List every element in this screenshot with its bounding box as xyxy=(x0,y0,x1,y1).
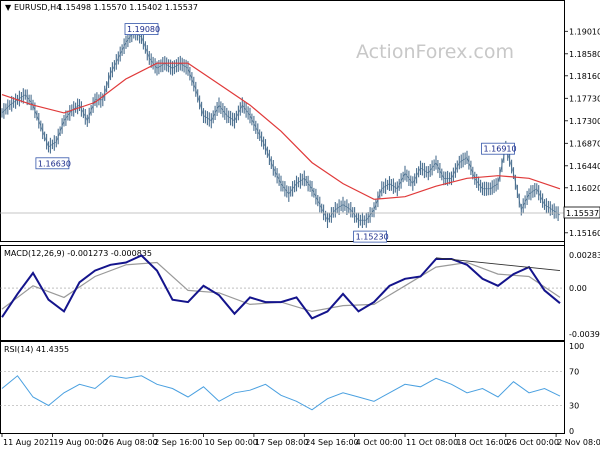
price-y-tick: 1.17730 xyxy=(569,94,600,103)
price-y-tick: 1.18160 xyxy=(569,72,600,81)
macd-y-tick: 0.00 xyxy=(569,284,587,293)
rsi-y-tick: 30 xyxy=(569,402,579,411)
current-price-tag: 1.15537 xyxy=(563,206,600,219)
price-y-tick: 1.16440 xyxy=(569,162,600,171)
price-y-tick: 1.16020 xyxy=(569,184,600,193)
x-tick-label: 26 Oct 00:00 xyxy=(507,438,559,447)
x-tick-label: 19 Aug 00:00 xyxy=(53,438,107,447)
x-tick-label: 17 Sep 08:00 xyxy=(255,438,308,447)
x-tick-label: 2 Sep 16:00 xyxy=(154,438,202,447)
watermark: ActionForex.com xyxy=(356,41,514,63)
rsi-y-tick: 70 xyxy=(569,368,579,377)
macd-signal-line xyxy=(1,261,561,313)
macd-y-tick: 0.00283 xyxy=(569,251,600,260)
annotation-label: 1.15230 xyxy=(356,233,389,242)
annotation-label: 1.19080 xyxy=(127,25,160,34)
annotation-label: 1.16630 xyxy=(38,159,71,168)
macd-line xyxy=(1,254,561,320)
price-annotation: 1.19080 xyxy=(124,23,160,36)
macd-y-tick: -0.003939 xyxy=(569,330,600,339)
rsi-series-layer xyxy=(0,371,564,411)
current-price-label: 1.15537 xyxy=(566,209,599,218)
x-tick-label: 18 Oct 16:00 xyxy=(456,438,508,447)
symbol-label: EURUSD,H4 xyxy=(14,3,61,12)
x-tick-label: 10 Sep 00:00 xyxy=(205,438,258,447)
price-y-tick: 1.19010 xyxy=(569,27,600,36)
macd-series-layer xyxy=(0,254,564,320)
price-annotation: 1.15230 xyxy=(353,230,389,243)
price-y-tick: 1.18580 xyxy=(569,50,600,59)
x-tick-label: 26 Aug 08:00 xyxy=(104,438,158,447)
price-annotation: 1.16910 xyxy=(481,142,517,155)
rsi-y-tick: 100 xyxy=(569,342,584,351)
price-annotation: 1.16630 xyxy=(35,157,71,170)
price-y-tick: 1.17300 xyxy=(569,117,600,126)
price-y-tick: 1.15160 xyxy=(569,229,600,238)
price-y-tick: 1.16870 xyxy=(569,139,600,148)
rsi-line xyxy=(1,375,561,411)
collapse-triangle-icon[interactable]: ▼ xyxy=(5,3,12,12)
x-tick-label: 4 Oct 00:00 xyxy=(356,438,403,447)
rsi-title: RSI(14) 41.4355 xyxy=(4,345,69,354)
macd-panel-frame xyxy=(0,245,565,341)
rsi-y-tick: 0 xyxy=(569,427,574,436)
x-tick-label: 11 Oct 08:00 xyxy=(406,438,458,447)
chart-root: ActionForex.com ▼ EURUSD,H4 1.15498 1.15… xyxy=(0,0,600,447)
x-tick-label: 2 Nov 08:00 xyxy=(557,438,600,447)
ohlc-readout: 1.15498 1.15570 1.15402 1.15537 xyxy=(58,3,198,12)
rsi-panel-frame xyxy=(0,341,565,434)
axis-labels-layer: 1.19010 1.18580 1.18160 1.17730 1.17300 1.168… xyxy=(1,27,600,447)
macd-title: MACD(12,26,9) -0.001273 -0.000835 xyxy=(4,249,152,258)
annotation-label: 1.16910 xyxy=(484,145,517,154)
x-tick-label: 11 Aug 2021 xyxy=(3,438,54,447)
x-tick-label: 24 Sep 16:00 xyxy=(305,438,358,447)
